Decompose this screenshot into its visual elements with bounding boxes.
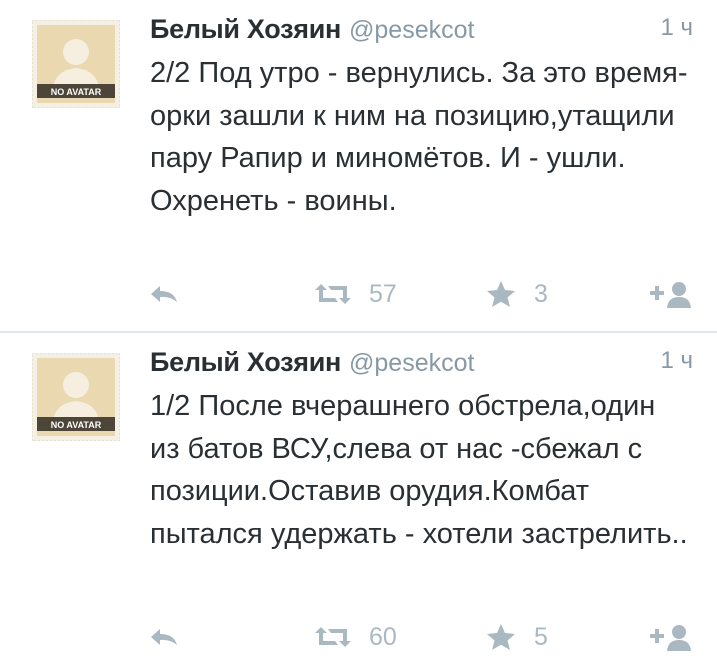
no-avatar-icon: NO AVATAR (32, 353, 120, 441)
tweet-actions: 57 3 (0, 274, 717, 314)
author-handle[interactable]: @pesekcot (349, 16, 474, 44)
tweet-actions: 60 5 (0, 617, 717, 657)
tweet-header: Белый Хозяин @pesekcot (150, 347, 717, 387)
add-user-icon (650, 282, 691, 308)
star-icon (487, 624, 515, 650)
reply-icon (151, 286, 177, 302)
tweet[interactable]: NO AVATAR Белый Хозяин @pesekcot 1 ч 2/2 … (0, 0, 717, 332)
add-user-icon (650, 625, 691, 651)
tweet-text: 2/2 Под утро - вернулись. За это время- … (150, 57, 688, 217)
follow-button[interactable] (650, 274, 694, 314)
follow-button[interactable] (650, 617, 694, 657)
reply-button[interactable] (148, 274, 180, 314)
avatar-label: NO AVATAR (51, 87, 102, 97)
author-name[interactable]: Белый Хозяин (150, 14, 341, 44)
tweet-header: Белый Хозяин @pesekcot (150, 14, 717, 54)
retweet-icon (315, 284, 351, 304)
retweet-button[interactable]: 57 (313, 274, 397, 314)
favorite-count: 3 (534, 279, 548, 308)
timestamp[interactable]: 1 ч (660, 347, 693, 375)
favorite-button[interactable]: 3 (486, 274, 548, 314)
retweet-count: 60 (369, 622, 397, 651)
no-avatar-icon: NO AVATAR (32, 20, 120, 108)
avatar-label: NO AVATAR (51, 420, 102, 430)
tweet-text: 1/2 После вчерашнего обстрела,один из ба… (150, 390, 688, 550)
tweet[interactable]: NO AVATAR Белый Хозяин @pesekcot 1 ч 1/2 … (0, 333, 717, 668)
timestamp[interactable]: 1 ч (660, 14, 693, 42)
author-handle[interactable]: @pesekcot (349, 349, 474, 377)
favorite-count: 5 (534, 622, 548, 651)
avatar[interactable]: NO AVATAR (32, 353, 120, 441)
favorite-button[interactable]: 5 (486, 617, 548, 657)
retweet-icon (315, 627, 351, 647)
author-name[interactable]: Белый Хозяин (150, 347, 341, 377)
reply-button[interactable] (148, 617, 180, 657)
retweet-button[interactable]: 60 (313, 617, 397, 657)
avatar[interactable]: NO AVATAR (32, 20, 120, 108)
reply-icon (151, 629, 177, 645)
star-icon (487, 281, 515, 307)
retweet-count: 57 (369, 279, 397, 308)
